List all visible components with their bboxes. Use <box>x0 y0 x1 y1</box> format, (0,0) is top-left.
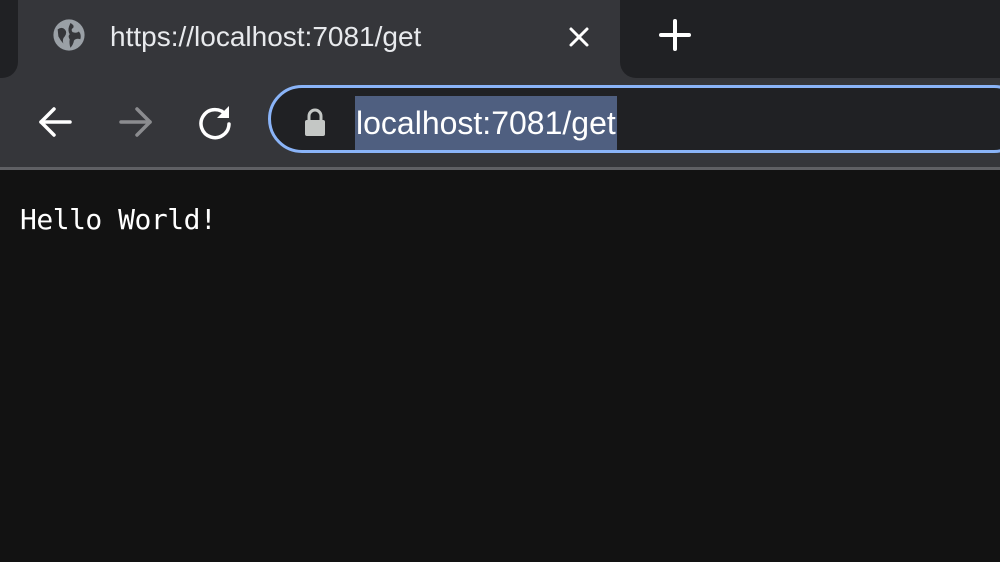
address-url-text[interactable]: localhost:7081/get <box>355 96 617 150</box>
page-body-text: Hello World! <box>20 203 217 236</box>
arrow-right-icon[interactable] <box>113 100 157 144</box>
globe-icon <box>53 19 85 51</box>
browser-window: https://localhost:7081/get localhost:708… <box>0 0 1000 562</box>
tab-title: https://localhost:7081/get <box>110 21 422 52</box>
arrow-left-icon[interactable] <box>34 100 78 144</box>
tab-corner-left <box>0 62 18 78</box>
reload-icon[interactable] <box>193 100 237 144</box>
tab-corner-right <box>620 62 638 78</box>
plus-icon[interactable] <box>656 16 694 54</box>
close-icon[interactable] <box>562 20 596 54</box>
lock-icon[interactable] <box>302 107 328 137</box>
